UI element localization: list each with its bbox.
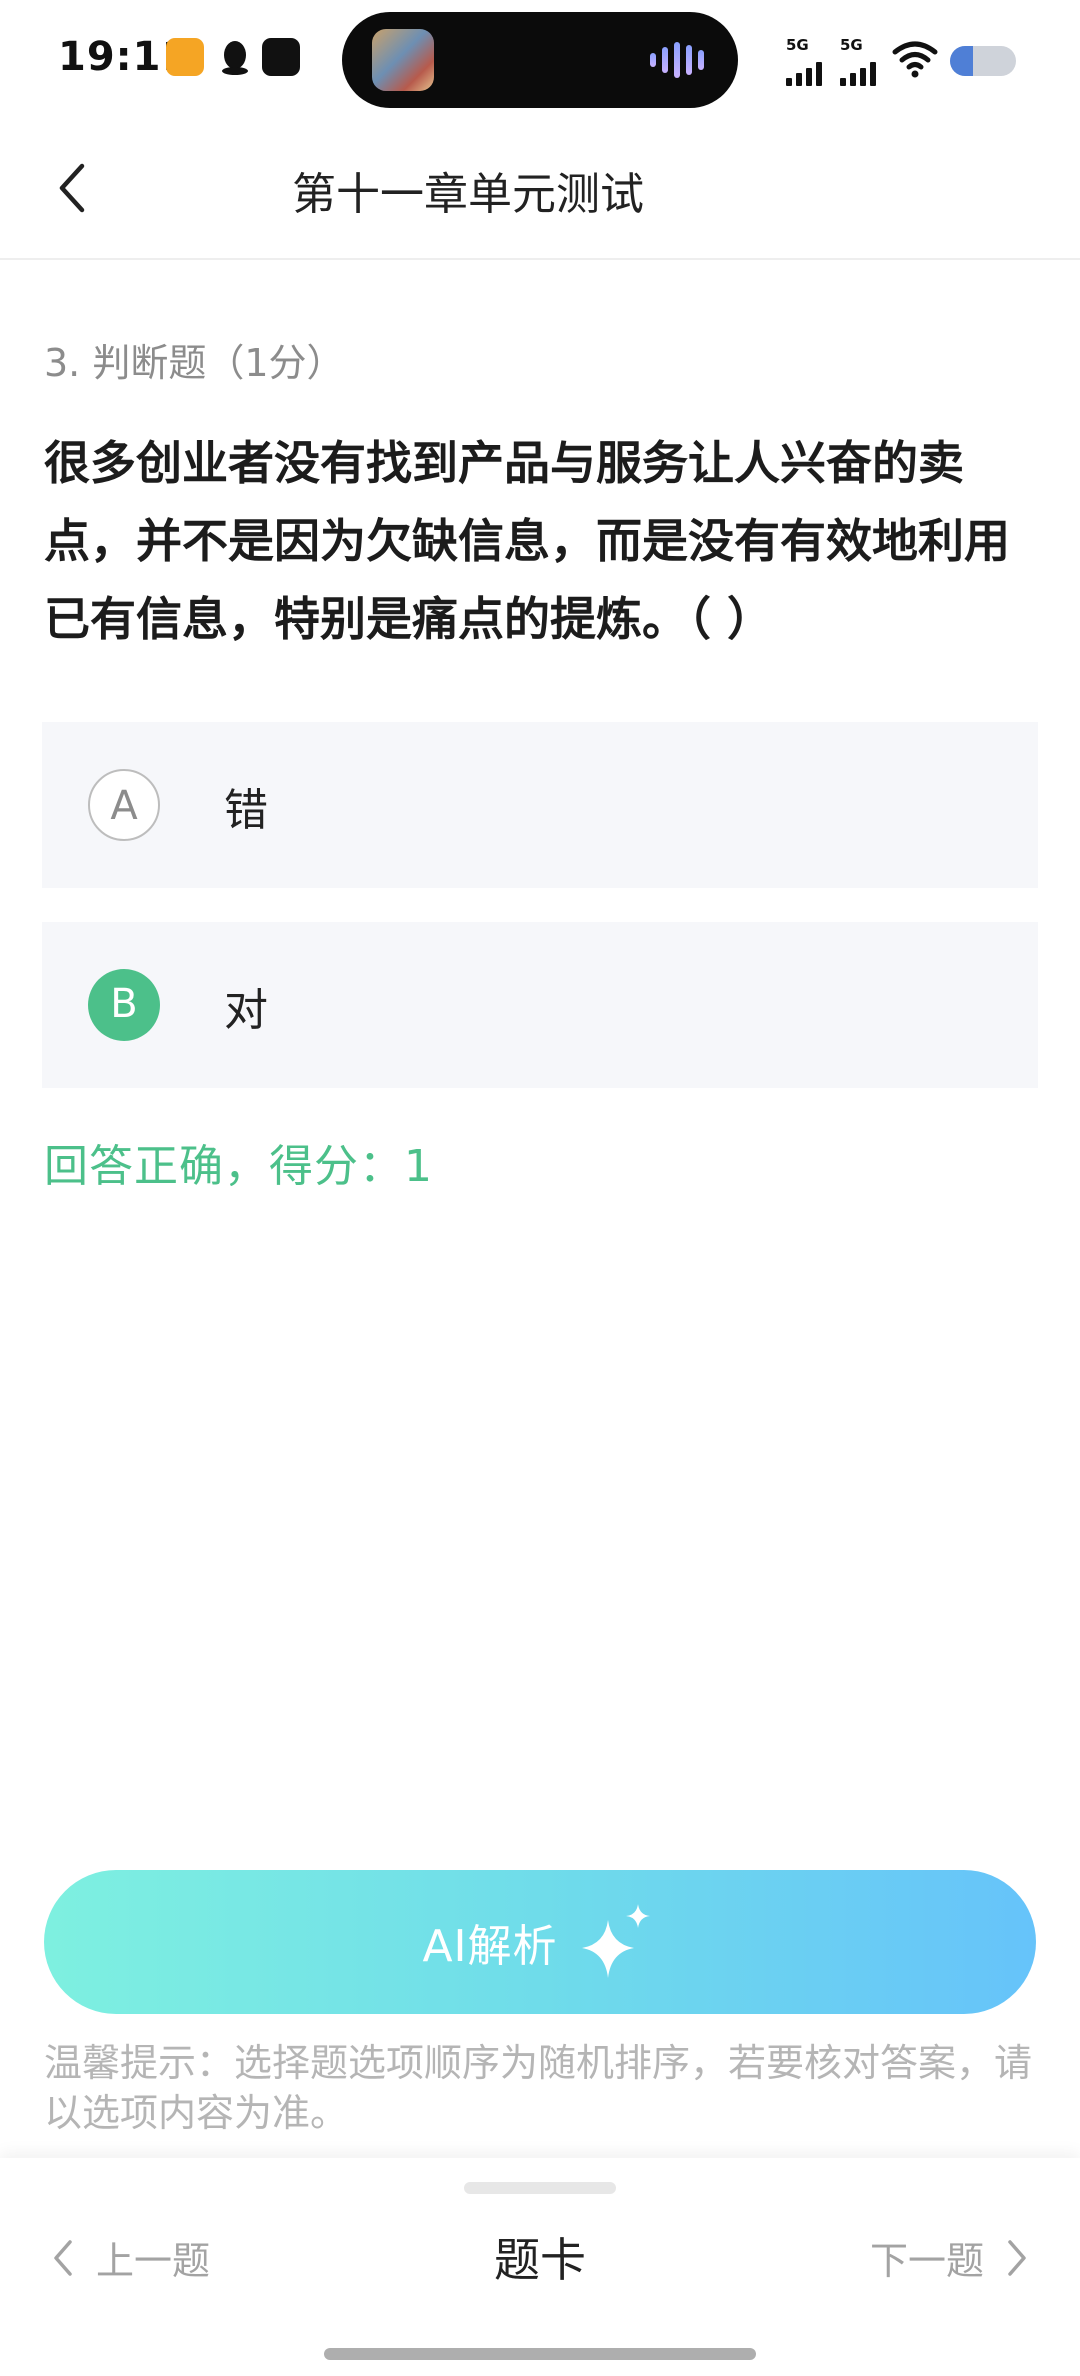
- option-b[interactable]: B 对: [42, 922, 1038, 1088]
- status-bar: 19:11 5G 5G: [0, 0, 1080, 120]
- next-question-label: 下一题: [869, 2239, 984, 2283]
- audio-wave-icon: [650, 42, 704, 78]
- option-letter-badge: A: [88, 769, 160, 841]
- next-question-button[interactable]: 下一题: [870, 2230, 1032, 2285]
- qq-icon: [216, 38, 254, 76]
- home-indicator[interactable]: [324, 2348, 756, 2360]
- signal-icon-1: [786, 52, 822, 86]
- signal-icon-2: [840, 52, 876, 86]
- answer-result: 回答正确，得分：1: [44, 1141, 433, 1192]
- bottom-nav-bar: 上一题 题卡 下一题: [0, 2158, 1080, 2376]
- drag-handle[interactable]: [464, 2182, 616, 2194]
- tip-text: 温馨提示：选择题选项顺序为随机排序，若要核对答案，请以选项内容为准。: [44, 2041, 1033, 2135]
- ai-analysis-button[interactable]: AI解析: [44, 1870, 1036, 2014]
- chevron-right-icon: [1008, 2239, 1026, 2276]
- question-type-label: 3. 判断题（1分）: [44, 341, 345, 385]
- battery-icon: [950, 46, 1016, 76]
- nav-header: 第十一章单元测试: [0, 120, 1080, 260]
- ai-analysis-label: AI解析: [422, 1921, 558, 1972]
- question-text: 很多创业者没有找到产品与服务让人兴奋的卖点，并不是因为欠缺信息，而是没有有效地利…: [44, 436, 1010, 646]
- option-text: 对: [224, 985, 268, 1036]
- battery-level-fill: [950, 46, 974, 76]
- news-app-icon: [262, 38, 300, 76]
- wifi-icon: [892, 41, 938, 78]
- media-thumbnail: [372, 29, 434, 91]
- sparkle-icon: [581, 1904, 650, 1978]
- option-text: 错: [224, 785, 268, 836]
- dynamic-island[interactable]: [342, 12, 738, 108]
- page-title: 第十一章单元测试: [292, 169, 644, 220]
- option-a[interactable]: A 错: [42, 722, 1038, 888]
- option-letter-badge-selected: B: [88, 969, 160, 1041]
- app-notification-icon: [166, 38, 204, 76]
